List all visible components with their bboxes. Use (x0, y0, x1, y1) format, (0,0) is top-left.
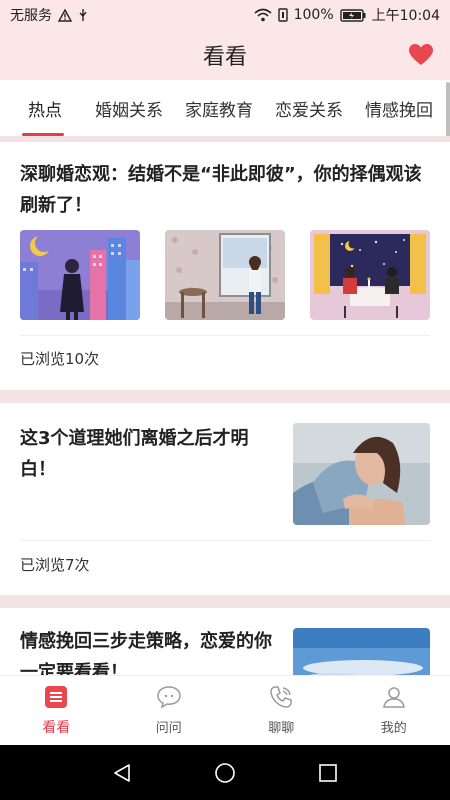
nav-wode[interactable]: 我的 (338, 676, 450, 745)
article-image-city-night (20, 230, 140, 320)
warning-icon (58, 8, 72, 22)
app-header: 看看 (0, 30, 450, 80)
list-icon (44, 685, 68, 713)
article-title: 情感挽回三步走策略，恋爱的你一定要看看！ (20, 631, 272, 675)
carrier-text: 无服务 (10, 8, 52, 24)
nav-label: 聊聊 (268, 721, 295, 736)
tab-romance[interactable]: 恋爱关系 (264, 80, 354, 136)
divider (0, 595, 450, 608)
system-navigation-bar (0, 745, 450, 800)
view-count: 已浏览10次 (20, 350, 100, 368)
divider (20, 540, 430, 541)
sim-icon (277, 8, 288, 22)
battery-icon (339, 8, 366, 22)
article-image-girl-at-window (165, 230, 285, 320)
tab-relationship-recovery[interactable]: 情感挽回 (354, 80, 444, 136)
divider (20, 335, 430, 336)
phone-icon (269, 685, 293, 713)
wifi-icon (254, 8, 272, 22)
favorites-heart-icon[interactable] (408, 43, 434, 67)
view-count: 已浏览7次 (20, 556, 90, 574)
tab-hot[interactable]: 热点 (0, 80, 84, 136)
divider (0, 390, 450, 403)
nav-label: 我的 (380, 721, 407, 736)
battery-percent: 100% (293, 7, 334, 23)
nav-wenwen[interactable]: 问问 (113, 676, 226, 745)
category-tabs: 热点 婚姻关系 家庭教育 恋爱关系 情感挽回 (0, 80, 450, 136)
article-card[interactable]: 情感挽回三步走策略，恋爱的你一定要看看！ (0, 608, 450, 675)
home-icon[interactable] (210, 758, 240, 788)
user-icon (382, 685, 406, 713)
bottom-navigation: 看看 问问 聊聊 我的 (0, 675, 450, 745)
nav-label: 看看 (42, 719, 71, 736)
tab-family-education[interactable]: 家庭教育 (174, 80, 264, 136)
article-image-couple-dinner (310, 230, 430, 320)
status-bar: 无服务 100% 上午10:04 (0, 0, 450, 30)
back-icon[interactable] (107, 758, 137, 788)
article-image-couple-hug (293, 423, 430, 525)
nav-liaoliao[interactable]: 聊聊 (225, 676, 338, 745)
article-card[interactable]: 这3个道理她们离婚之后才明白！ 已浏览7次 (0, 403, 450, 595)
article-card[interactable]: 深聊婚恋观：结婚不是“非此即彼”，你的择偶观该刷新了！ 已浏览10次 (0, 142, 450, 390)
recents-icon[interactable] (313, 758, 343, 788)
article-title: 深聊婚恋观：结婚不是“非此即彼”，你的择偶观该刷新了！ (20, 164, 422, 216)
nav-label: 问问 (155, 721, 182, 736)
usb-icon (78, 8, 88, 22)
tab-marriage[interactable]: 婚姻关系 (84, 80, 174, 136)
nav-kankan[interactable]: 看看 (0, 676, 113, 745)
clock-time: 上午10:04 (371, 8, 440, 24)
article-image-sky (293, 628, 430, 675)
page-title: 看看 (202, 45, 247, 70)
chat-bubble-icon (156, 685, 182, 713)
article-title: 这3个道理她们离婚之后才明白！ (20, 428, 249, 480)
